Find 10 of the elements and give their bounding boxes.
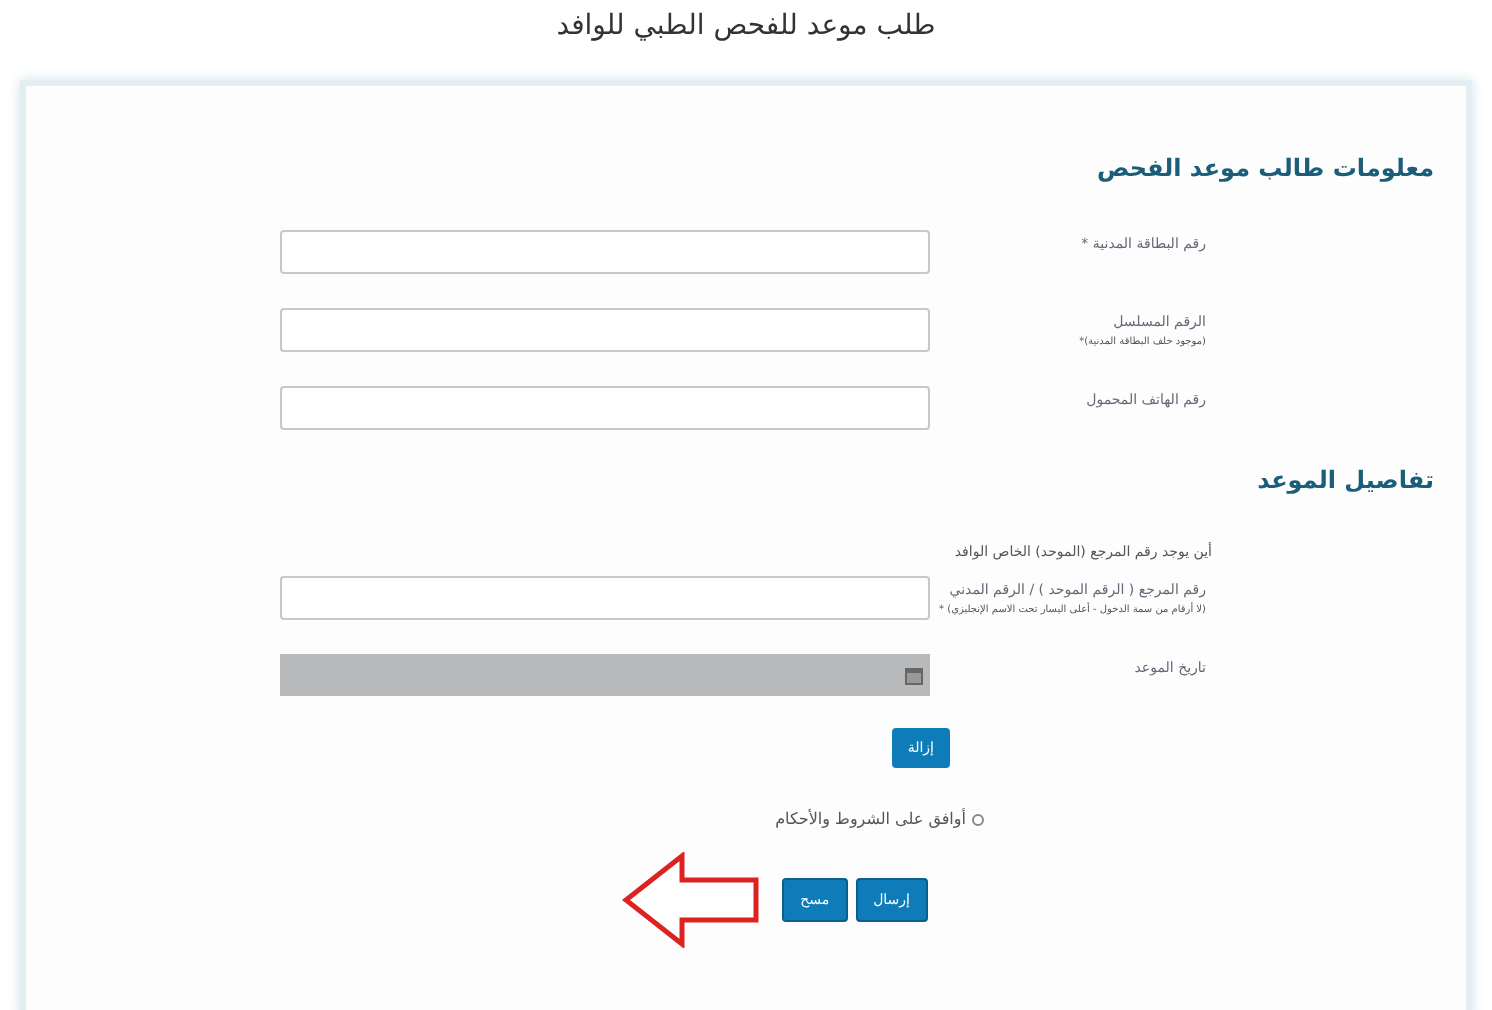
terms-checkbox[interactable] xyxy=(972,814,984,826)
terms-label: أوافق على الشروط والأحكام xyxy=(775,808,966,832)
text-field[interactable] xyxy=(280,308,930,352)
section-heading: معلومات طالب موعد الفحص xyxy=(1096,152,1434,186)
section-heading: تفاصيل الموعد xyxy=(1257,464,1434,498)
page-title: طلب موعد للفحص الطبي للوافد xyxy=(556,8,936,46)
text-field[interactable] xyxy=(280,230,930,274)
arrow-icon xyxy=(622,852,763,948)
text-field[interactable] xyxy=(280,576,930,620)
text-field[interactable] xyxy=(280,386,930,430)
